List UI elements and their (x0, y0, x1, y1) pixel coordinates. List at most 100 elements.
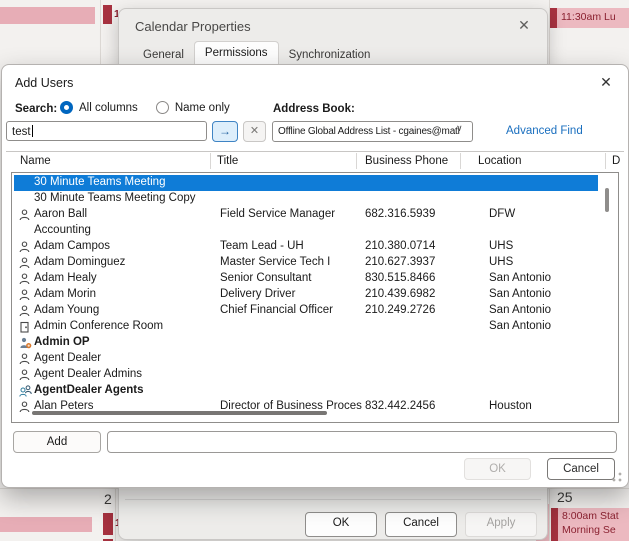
close-icon[interactable]: ✕ (596, 72, 616, 92)
cell-title: Team Lead - UH (220, 240, 304, 252)
room-icon (19, 321, 32, 336)
column-header-d[interactable]: D (612, 155, 620, 167)
column-header-title[interactable]: Title (217, 155, 238, 167)
radio-name-only[interactable]: Name only (155, 101, 230, 114)
address-book-select[interactable]: Offline Global Address List - cgaines@ma… (272, 121, 473, 142)
cell-name: AgentDealer Agents (34, 384, 144, 396)
column-divider[interactable] (460, 153, 461, 169)
cell-name: Admin OP (34, 336, 90, 348)
calendar-event[interactable] (0, 7, 95, 24)
column-header-business-phone[interactable]: Business Phone (365, 155, 448, 167)
close-icon[interactable]: ✕ (513, 15, 535, 35)
table-row[interactable]: 30 Minute Teams Meeting (14, 175, 598, 191)
cell-business-phone: 210.439.6982 (365, 288, 436, 300)
column-divider[interactable] (210, 153, 211, 169)
cell-name: Accounting (34, 224, 91, 236)
search-clear-button[interactable]: ✕ (243, 121, 266, 142)
ok-button[interactable]: OK (464, 458, 531, 480)
address-book-label: Address Book: (273, 103, 355, 115)
table-row[interactable]: Adam Young Chief Financial Officer 210.249… (14, 303, 598, 319)
ok-button[interactable]: OK (305, 512, 377, 537)
person-icon (19, 289, 32, 304)
radio-all-columns[interactable]: All columns (60, 101, 138, 114)
group-icon (19, 385, 32, 400)
radio-unselected-icon[interactable] (155, 101, 169, 114)
calendar-event-label[interactable]: 11:30am Lu (561, 11, 616, 24)
advanced-find-link[interactable]: Advanced Find (506, 125, 583, 137)
table-row[interactable]: AgentDealer Agents (14, 383, 598, 399)
search-label: Search: (15, 103, 58, 115)
horizontal-scrollbar[interactable] (32, 411, 327, 415)
cell-location: DFW (489, 208, 516, 220)
column-divider[interactable] (605, 153, 606, 169)
search-input[interactable]: test (6, 121, 207, 141)
calendar-event[interactable] (103, 5, 112, 24)
cancel-button[interactable]: Cancel (547, 458, 615, 480)
cell-location: San Antonio (489, 304, 552, 316)
radio-label: Name only (174, 101, 230, 114)
calendar-event-label[interactable]: Morning Se (562, 524, 616, 537)
cell-title: Delivery Driver (220, 288, 296, 300)
table-row[interactable]: Adam Campos Team Lead - UH 210.380.0714 UHS (14, 239, 598, 255)
cell-location: San Antonio (489, 272, 552, 284)
cell-title: Senior Consultant (220, 272, 312, 284)
apply-button[interactable]: Apply (465, 512, 537, 537)
table-row[interactable]: Accounting (14, 223, 598, 239)
cell-name: Adam Healy (34, 272, 97, 284)
table-row[interactable]: Admin OP (14, 335, 598, 351)
add-users-dialog: Add Users ✕ Search: All columns Name only… (1, 64, 629, 488)
resize-grip-icon[interactable] (611, 471, 623, 483)
vertical-scrollbar[interactable] (605, 188, 609, 212)
person-icon (19, 257, 32, 272)
search-go-button[interactable]: → (212, 121, 238, 142)
cell-business-phone: 682.316.5939 (365, 208, 436, 220)
calendar-event[interactable] (103, 513, 113, 535)
cell-business-phone: 210.627.3937 (365, 256, 436, 268)
table-row[interactable]: Agent Dealer (14, 351, 598, 367)
column-header-name[interactable]: Name (20, 155, 51, 167)
cell-title: Master Service Tech I (220, 256, 331, 268)
cell-name: Adam Campos (34, 240, 111, 252)
recipients-field[interactable] (107, 431, 617, 453)
dialog-title: Add Users (15, 76, 74, 90)
search-value: test (12, 126, 31, 138)
text-caret (31, 125, 33, 137)
calendar-gridline (115, 488, 116, 541)
person-icon (19, 369, 32, 384)
person-icon (19, 353, 32, 368)
person-icon (19, 273, 32, 288)
calendar-date[interactable]: 25 (557, 489, 573, 505)
group-color-icon (19, 337, 32, 352)
calendar-event-label[interactable]: 8:00am Stat (562, 510, 619, 523)
table-row[interactable]: Admin Conference Room San Antonio (14, 319, 598, 335)
cell-title: Chief Financial Officer (220, 304, 333, 316)
cell-name: 30 Minute Teams Meeting (34, 176, 166, 188)
cell-location: UHS (489, 240, 514, 252)
table-row[interactable]: 30 Minute Teams Meeting Copy (14, 191, 598, 207)
cell-business-phone: 832.442.2456 (365, 400, 436, 412)
table-row[interactable]: Adam Dominguez Master Service Tech I 210.6… (14, 255, 598, 271)
table-row[interactable]: Adam Healy Senior Consultant 830.515.8466 S… (14, 271, 598, 287)
cell-name: Agent Dealer Admins (34, 368, 143, 380)
add-button[interactable]: Add (13, 431, 101, 453)
radio-selected-icon[interactable] (60, 101, 73, 114)
calendar-event-accent (551, 508, 558, 541)
calendar-event-accent (550, 8, 557, 28)
cell-location: UHS (489, 256, 514, 268)
search-radios: All columns Name only (60, 101, 230, 114)
table-row[interactable]: Agent Dealer Admins (14, 367, 598, 383)
cell-name: 30 Minute Teams Meeting Copy (34, 192, 196, 204)
calendar-date[interactable]: 2 (104, 491, 112, 507)
column-divider[interactable] (356, 153, 357, 169)
list-header: Name Title Business Phone Location D (2, 152, 628, 171)
table-row[interactable]: Adam Morin Delivery Driver 210.439.6982 San… (14, 287, 598, 303)
user-list: 30 Minute Teams Meeting 30 Minute Teams M… (11, 172, 619, 423)
cell-name: Agent Dealer (34, 352, 102, 364)
column-header-location[interactable]: Location (478, 155, 521, 167)
cell-location: San Antonio (489, 320, 552, 332)
calendar-event[interactable] (0, 517, 92, 532)
cell-name: Adam Young (34, 304, 100, 316)
cell-business-phone: 830.515.8466 (365, 272, 436, 284)
cancel-button[interactable]: Cancel (385, 512, 457, 537)
table-row[interactable]: Aaron Ball Field Service Manager 682.316.5… (14, 207, 598, 223)
